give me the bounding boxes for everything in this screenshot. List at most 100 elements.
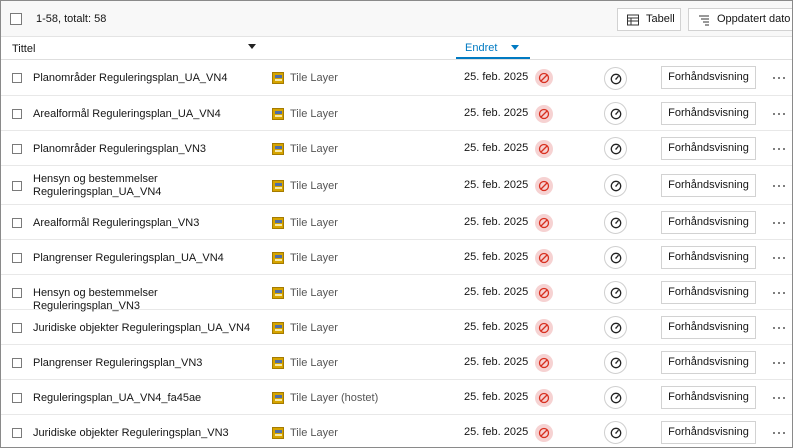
- blocked-icon-glyph: [538, 143, 550, 154]
- item-type: Tile Layer: [290, 216, 338, 229]
- performance-gauge-icon[interactable]: [604, 316, 627, 339]
- blocked-icon-glyph: [538, 322, 550, 333]
- performance-gauge-icon[interactable]: [604, 174, 627, 197]
- row-checkbox[interactable]: [12, 217, 22, 228]
- blocked-icon[interactable]: [535, 388, 553, 407]
- row-checkbox[interactable]: [12, 143, 22, 154]
- item-title[interactable]: Planområder Reguleringsplan_VN3: [33, 143, 263, 156]
- item-title[interactable]: Plangrenser Reguleringsplan_UA_VN4: [33, 252, 263, 265]
- row-checkbox[interactable]: [12, 180, 22, 191]
- modified-date: 25. feb. 2025: [464, 106, 529, 119]
- blocked-icon-glyph: [538, 357, 550, 368]
- more-options-icon[interactable]: [771, 392, 788, 404]
- gauge-glyph-icon: [610, 357, 622, 369]
- row-checkbox[interactable]: [12, 427, 22, 438]
- blocked-icon-glyph: [538, 287, 550, 298]
- item-type: Tile Layer: [290, 107, 338, 120]
- modified-date: 25. feb. 2025: [464, 215, 529, 228]
- performance-gauge-icon[interactable]: [604, 386, 627, 409]
- item-type: Tile Layer: [290, 356, 338, 369]
- preview-button[interactable]: Forhåndsvisning: [661, 350, 756, 374]
- item-type: Tile Layer: [290, 286, 338, 299]
- performance-gauge-icon[interactable]: [604, 66, 627, 90]
- more-options-icon[interactable]: [771, 252, 788, 264]
- preview-button[interactable]: Forhåndsvisning: [661, 245, 756, 269]
- more-options-icon[interactable]: [771, 322, 788, 334]
- row-checkbox[interactable]: [12, 322, 22, 333]
- more-options-icon[interactable]: [771, 357, 788, 369]
- item-title[interactable]: Arealformål Reguleringsplan_UA_VN4: [33, 108, 263, 121]
- modified-date: 25. feb. 2025: [464, 178, 529, 191]
- more-options-icon[interactable]: [771, 143, 788, 155]
- result-count: 1-58, totalt: 58: [36, 13, 107, 25]
- title-sort-arrow-icon[interactable]: [248, 44, 256, 49]
- performance-gauge-icon[interactable]: [604, 281, 627, 304]
- item-title[interactable]: Hensyn og bestemmelser Reguleringsplan_V…: [33, 287, 263, 313]
- more-options-icon[interactable]: [771, 72, 788, 84]
- blocked-icon[interactable]: [535, 213, 553, 232]
- blocked-icon[interactable]: [535, 283, 553, 302]
- blocked-icon[interactable]: [535, 69, 553, 87]
- performance-gauge-icon[interactable]: [604, 351, 627, 374]
- blocked-icon[interactable]: [535, 139, 553, 158]
- table-row: Plangrenser Reguleringsplan_UA_VN4 Tile …: [1, 240, 792, 275]
- item-title[interactable]: Reguleringsplan_UA_VN4_fa45ae: [33, 392, 263, 405]
- item-title[interactable]: Juridiske objekter Reguleringsplan_VN3: [33, 427, 263, 440]
- preview-button[interactable]: Forhåndsvisning: [661, 315, 756, 339]
- tile-layer-icon: [272, 72, 284, 84]
- table-view-label: Tabell: [646, 13, 675, 25]
- performance-gauge-icon[interactable]: [604, 211, 627, 234]
- blocked-icon[interactable]: [535, 104, 553, 123]
- tile-layer-icon: [272, 142, 284, 155]
- select-all-checkbox[interactable]: [10, 13, 22, 25]
- title-column-header[interactable]: Tittel: [12, 43, 35, 55]
- preview-button[interactable]: Forhåndsvisning: [661, 385, 756, 409]
- modified-date: 25. feb. 2025: [464, 285, 529, 298]
- blocked-icon[interactable]: [535, 318, 553, 337]
- row-checkbox[interactable]: [12, 392, 22, 403]
- item-title[interactable]: Plangrenser Reguleringsplan_VN3: [33, 357, 263, 370]
- performance-gauge-icon[interactable]: [604, 137, 627, 160]
- blocked-icon[interactable]: [535, 176, 553, 195]
- row-checkbox[interactable]: [12, 357, 22, 368]
- row-checkbox[interactable]: [12, 73, 22, 83]
- preview-button[interactable]: Forhåndsvisning: [661, 210, 756, 234]
- sort-button[interactable]: Oppdatert dato: [688, 8, 792, 31]
- content-list-window: 1-58, totalt: 58 Tabell Oppdatert dato T…: [0, 0, 793, 448]
- modified-date: 25. feb. 2025: [464, 390, 529, 403]
- blocked-icon[interactable]: [535, 353, 553, 372]
- more-options-icon[interactable]: [771, 180, 788, 192]
- more-options-icon[interactable]: [771, 287, 788, 299]
- performance-gauge-icon[interactable]: [604, 246, 627, 269]
- row-checkbox[interactable]: [12, 287, 22, 298]
- table-view-button[interactable]: Tabell: [617, 8, 681, 31]
- item-title[interactable]: Arealformål Reguleringsplan_VN3: [33, 217, 263, 230]
- performance-gauge-icon[interactable]: [604, 421, 627, 444]
- preview-button[interactable]: Forhåndsvisning: [661, 101, 756, 125]
- blocked-icon[interactable]: [535, 248, 553, 267]
- preview-button[interactable]: Forhåndsvisning: [661, 66, 756, 89]
- gauge-glyph-icon: [610, 252, 622, 264]
- row-checkbox[interactable]: [12, 108, 22, 119]
- performance-gauge-icon[interactable]: [604, 102, 627, 125]
- changed-column-header[interactable]: Endret: [456, 37, 530, 59]
- item-title[interactable]: Hensyn og bestemmelser Reguleringsplan_U…: [33, 173, 263, 199]
- preview-button[interactable]: Forhåndsvisning: [661, 173, 756, 197]
- preview-button[interactable]: Forhåndsvisning: [661, 420, 756, 444]
- row-checkbox[interactable]: [12, 252, 22, 263]
- item-title[interactable]: Juridiske objekter Reguleringsplan_UA_VN…: [33, 322, 263, 335]
- table-header: Tittel Endret: [1, 37, 792, 60]
- table-row: Juridiske objekter Reguleringsplan_UA_VN…: [1, 310, 792, 345]
- blocked-icon[interactable]: [535, 423, 553, 442]
- preview-button[interactable]: Forhåndsvisning: [661, 136, 756, 160]
- tile-layer-icon: [272, 216, 284, 229]
- item-type: Tile Layer: [290, 321, 338, 334]
- more-options-icon[interactable]: [771, 427, 788, 439]
- blocked-icon-glyph: [538, 108, 550, 119]
- preview-button[interactable]: Forhåndsvisning: [661, 280, 756, 304]
- item-title[interactable]: Planområder Reguleringsplan_UA_VN4: [33, 72, 263, 85]
- gauge-glyph-icon: [610, 392, 622, 404]
- item-type: Tile Layer: [290, 426, 338, 439]
- more-options-icon[interactable]: [771, 217, 788, 229]
- more-options-icon[interactable]: [771, 108, 788, 120]
